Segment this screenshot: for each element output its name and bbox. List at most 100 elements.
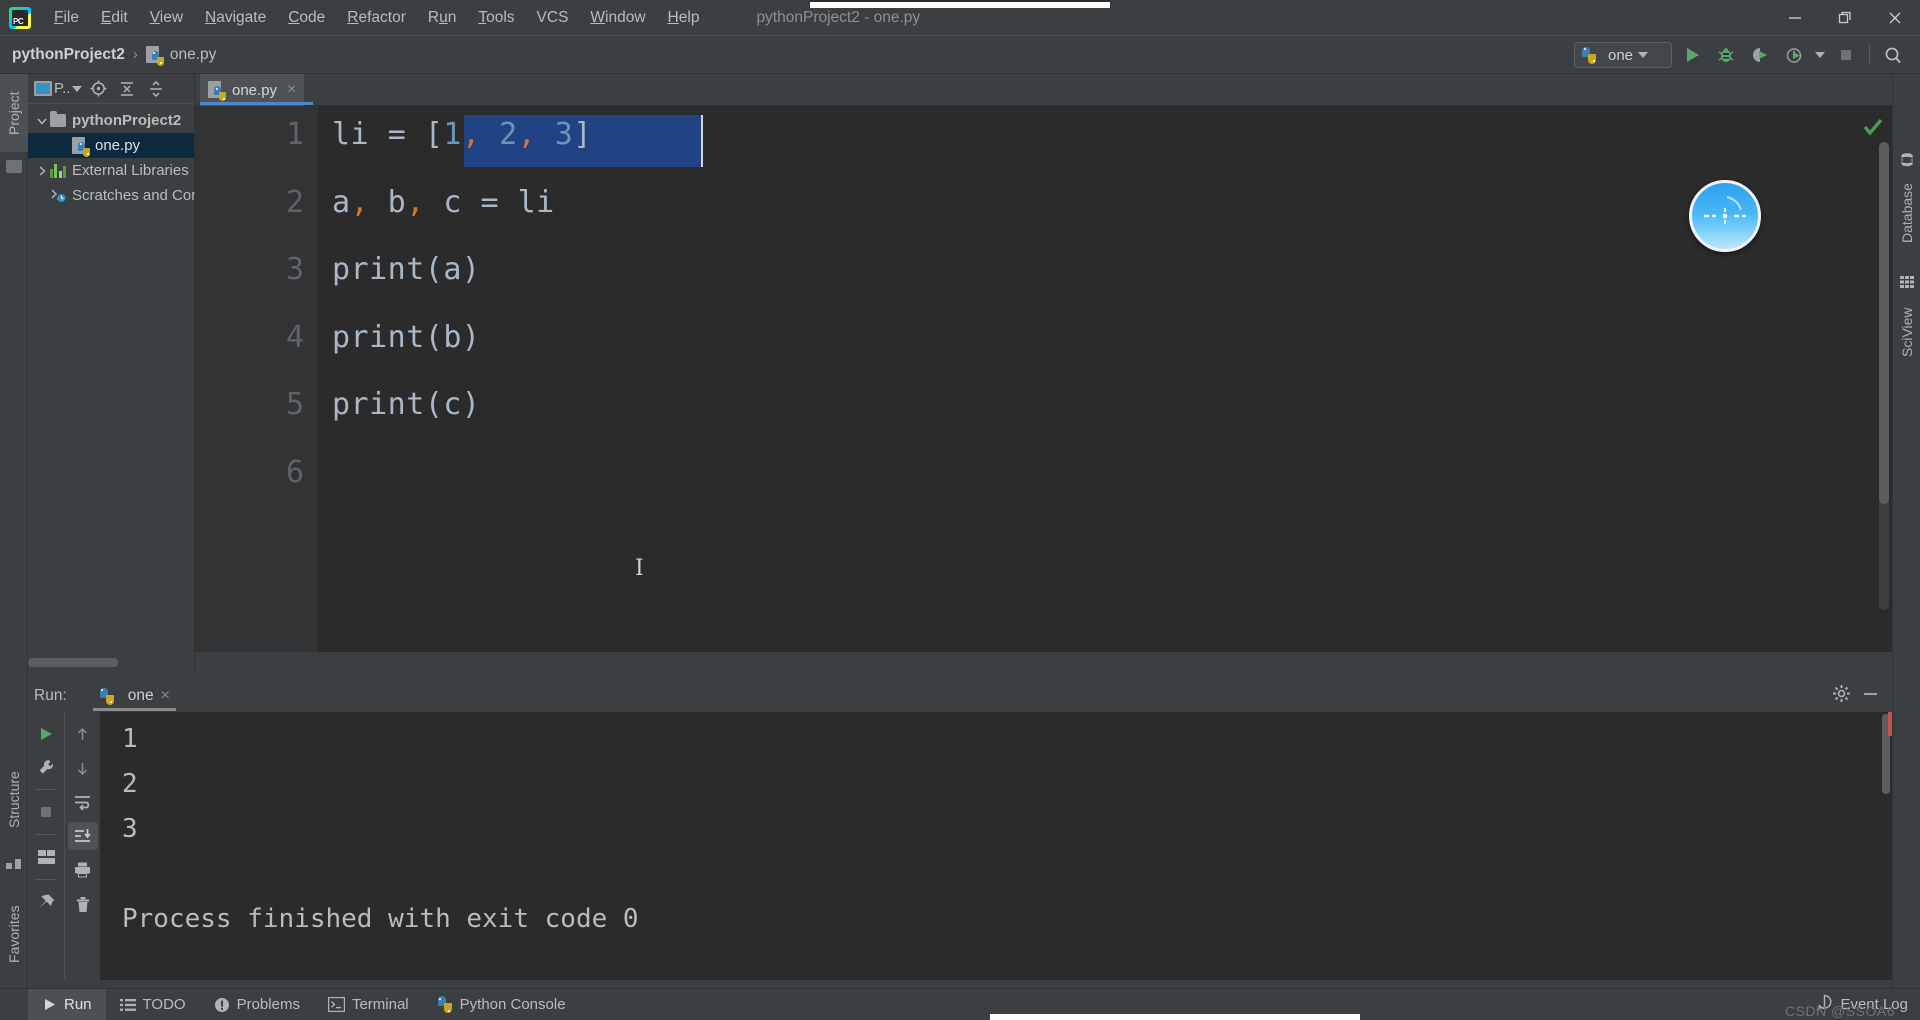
editor-tab-active-indicator [200, 102, 313, 105]
menu-item-vcs[interactable]: VCS [526, 5, 580, 31]
menu-item-navigate[interactable]: Navigate [194, 5, 277, 31]
scroll-to-end-button[interactable] [67, 822, 98, 850]
code-token: ] [573, 117, 592, 152]
console-line: Process finished with exit code 0 [122, 904, 639, 934]
layout-button[interactable] [31, 843, 61, 871]
tool-tab-project[interactable]: Project [0, 74, 28, 152]
menu-item-help[interactable]: Help [657, 5, 711, 31]
menu-item-view[interactable]: View [139, 5, 194, 31]
code-token: a [332, 184, 351, 220]
breadcrumb-item-one-py[interactable]: one.py [145, 45, 216, 66]
menu-item-file[interactable]: File [43, 5, 90, 31]
chevron-down-icon[interactable] [34, 115, 50, 127]
editor-horizontal-scrollbar[interactable] [28, 658, 118, 667]
rerun-button[interactable] [31, 720, 61, 748]
status-tab-todo[interactable]: TODO [106, 989, 200, 1020]
editor-code-area[interactable]: li = [1, 2, 3] a, b, c = li print(a) print(… [318, 106, 1892, 652]
tree-node-scratches-and-consoles[interactable]: Scratches and Consoles [28, 183, 235, 208]
profile-dropdown-button[interactable] [1811, 38, 1829, 72]
status-tab-run[interactable]: Run [28, 988, 106, 1020]
stop-button[interactable] [1829, 38, 1863, 72]
breadcrumb-item-pythonproject2[interactable]: pythonProject2 [12, 46, 125, 64]
python-icon [99, 687, 115, 705]
line-number: 2 [285, 184, 304, 220]
tool-tab-sciview-label: SciView [1899, 307, 1915, 357]
text-cursor-pointer: I [635, 556, 644, 581]
database-icon [1899, 152, 1915, 173]
csdn-watermark: CSDN @SSOA6 [1785, 1003, 1895, 1019]
menu-item-window[interactable]: Window [579, 5, 656, 31]
close-button[interactable] [1870, 0, 1920, 36]
editor-scrollbar-thumb[interactable] [1879, 142, 1889, 504]
hide-panel-icon[interactable] [1861, 684, 1880, 708]
next-occurrence-button[interactable] [68, 754, 98, 782]
python-icon [437, 996, 453, 1013]
debug-button[interactable] [1709, 38, 1743, 72]
pin-tab-button[interactable] [31, 888, 61, 916]
code-token: [ [424, 117, 444, 152]
soft-wrap-button[interactable] [68, 788, 98, 816]
expand-all-icon[interactable] [114, 81, 140, 97]
editor-gutter[interactable]: 1 2 3 4 5 6 [195, 106, 318, 652]
close-icon[interactable]: × [287, 81, 296, 99]
run-configuration-selector[interactable]: one [1574, 42, 1672, 68]
screenshot-artifact-bottom [990, 1014, 1360, 1020]
menu-item-edit[interactable]: Edit [90, 5, 139, 31]
tool-tab-database[interactable]: Database [1893, 172, 1920, 254]
tool-tab-project-label: Project [6, 91, 22, 135]
code-editor[interactable]: 1 2 3 4 5 6 li = [1, 2, 3] a, b, c = li print(a… [195, 106, 1892, 652]
python-file-icon [72, 136, 90, 157]
run-with-coverage-button[interactable] [1743, 38, 1777, 72]
project-view-selector[interactable]: P.. [34, 80, 83, 97]
tree-node-label: pythonProject2 [72, 112, 182, 129]
inspection-status-ok-icon[interactable] [1862, 116, 1884, 143]
project-panel-toolbar: P.. [28, 74, 194, 104]
print-button[interactable] [68, 856, 98, 884]
stop-button[interactable] [31, 798, 61, 826]
run-tool-window-header: Run: one × [28, 680, 1892, 712]
settings-icon[interactable] [1832, 684, 1851, 708]
collapse-all-icon[interactable] [143, 80, 169, 97]
status-tab-python-console[interactable]: Python Console [423, 989, 580, 1020]
menu-item-run[interactable]: Run [417, 5, 467, 31]
toolbar-separator [35, 879, 57, 880]
python-file-icon [145, 45, 164, 66]
code-line: li = [1, 2, 3] [332, 117, 592, 152]
profile-button[interactable] [1777, 38, 1811, 72]
edit-configurations-button[interactable] [31, 753, 61, 781]
code-line: a, b, c = li [332, 185, 555, 220]
menu-item-tools[interactable]: Tools [467, 5, 525, 31]
run-button[interactable] [1675, 38, 1709, 72]
run-tab-one[interactable]: one × [92, 684, 176, 711]
toolbar-divider [1869, 45, 1870, 65]
status-tab-problems[interactable]: Problems [200, 989, 314, 1020]
tool-tab-structure[interactable]: Structure [0, 752, 28, 848]
tree-node-external-libraries[interactable]: External Libraries [28, 158, 194, 183]
run-console-output[interactable]: 1 2 3 Process finished with exit code 0 [100, 712, 1892, 980]
line-number: 4 [285, 319, 304, 355]
search-everywhere-button[interactable] [1876, 38, 1910, 72]
menu-item-code[interactable]: Code [277, 5, 336, 31]
maximize-button[interactable] [1820, 0, 1870, 36]
close-icon[interactable]: × [161, 687, 170, 705]
project-view-label: P.. [54, 80, 71, 97]
scroll-from-source-icon[interactable] [85, 80, 111, 97]
previous-occurrence-button[interactable] [68, 720, 98, 748]
pycharm-window: PC File Edit View Navigate Code Refactor Run To… [0, 0, 1920, 1020]
clear-all-button[interactable] [68, 890, 98, 918]
tree-node-pythonproject2[interactable]: pythonProject2 [28, 108, 194, 133]
minimize-button[interactable] [1770, 0, 1820, 36]
tree-node-one-py[interactable]: one.py [28, 133, 194, 158]
toolbar-separator [35, 789, 57, 790]
menu-item-refactor[interactable]: Refactor [336, 5, 417, 31]
chevron-right-icon[interactable] [34, 165, 50, 177]
status-tab-label: Terminal [351, 996, 409, 1013]
console-line: 1 [122, 724, 138, 754]
tool-tab-favorites[interactable]: Favorites [0, 886, 28, 982]
project-tree[interactable]: pythonProject2 one.py External Libraries Sc… [28, 104, 235, 208]
status-tab-terminal[interactable]: Terminal [314, 989, 423, 1020]
structure-icon [6, 856, 21, 869]
tool-tab-sciview[interactable]: SciView [1893, 294, 1920, 370]
sciview-icon [1899, 274, 1915, 295]
